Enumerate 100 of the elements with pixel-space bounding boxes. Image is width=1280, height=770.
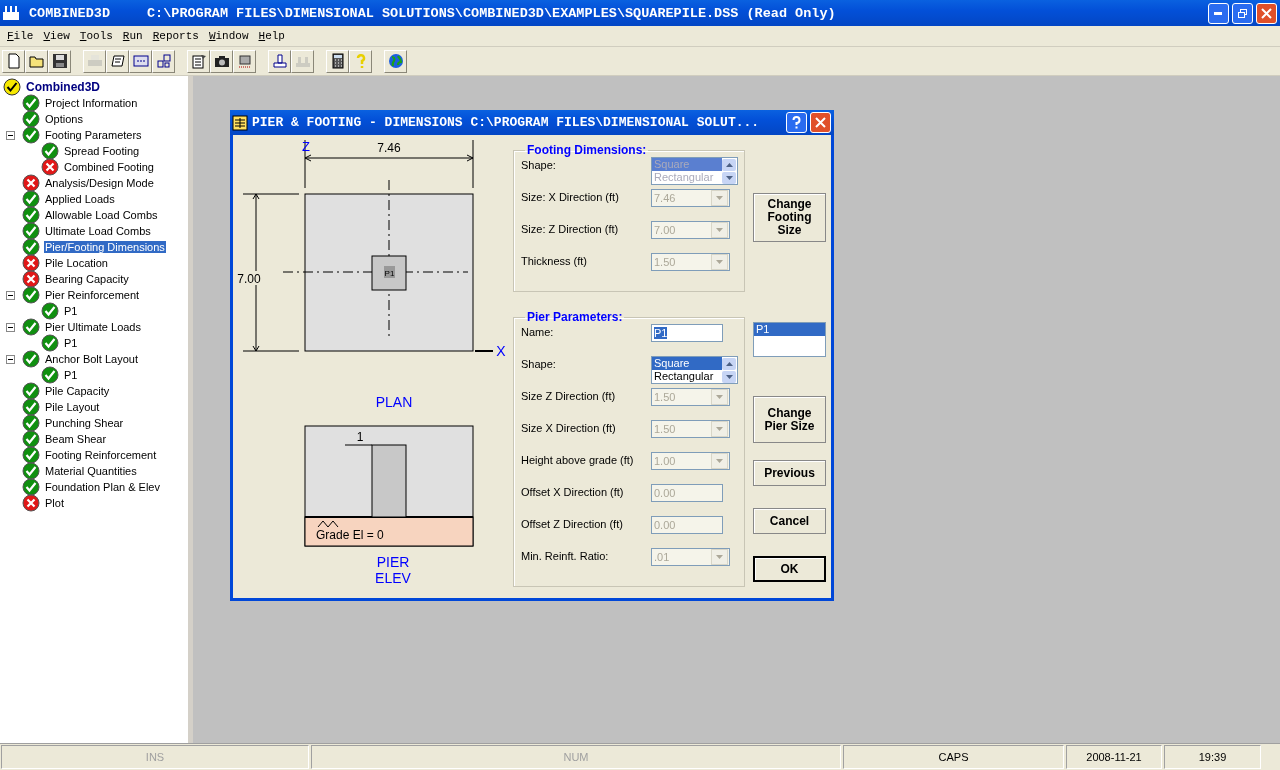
collapse-icon[interactable]	[6, 322, 15, 332]
field-label: Size: X Direction (ft)	[521, 190, 620, 203]
tree-item[interactable]: Beam Shear	[44, 433, 108, 445]
restore-button[interactable]	[1232, 2, 1253, 24]
toolbar-button[interactable]	[106, 49, 129, 73]
dialog-button[interactable]: OK	[753, 556, 826, 582]
pier-list[interactable]: P1	[753, 322, 826, 357]
tree-item[interactable]: Combined3D	[25, 80, 101, 94]
menu-item[interactable]: Window	[203, 30, 254, 42]
field-label: Name:	[521, 325, 555, 338]
toolbar-button[interactable]	[268, 49, 291, 73]
globe-icon	[387, 53, 404, 69]
group-title: Footing Dimensions:	[526, 143, 648, 157]
error-icon	[22, 174, 40, 192]
tree-item[interactable]: Footing Parameters	[44, 129, 143, 141]
check-icon	[22, 318, 40, 336]
menu-item[interactable]: Run	[117, 30, 148, 42]
minimize-icon	[1214, 11, 1223, 15]
close-icon	[1261, 7, 1272, 19]
close-button[interactable]	[810, 112, 831, 133]
tree-item[interactable]: Anchor Bolt Layout	[44, 353, 139, 365]
tree-item[interactable]: Pile Location	[44, 257, 109, 269]
restore-icon	[1237, 7, 1248, 19]
check-icon	[22, 286, 40, 304]
tree-item[interactable]: P1	[63, 305, 79, 317]
tree-item[interactable]: Allowable Load Combs	[44, 209, 159, 221]
check-icon	[22, 126, 40, 144]
shape-list[interactable]: Square Rectangular	[651, 356, 738, 384]
tree-item[interactable]: Pier/Footing Dimensions	[44, 241, 166, 253]
calculator-icon	[329, 53, 346, 69]
footing-icon	[271, 53, 288, 69]
status-indicator: CAPS	[843, 745, 1064, 769]
tree-item[interactable]: Analysis/Design Mode	[44, 177, 155, 189]
panel-icon	[132, 53, 149, 69]
caret-icon	[716, 260, 723, 264]
dialog-button[interactable]: Cancel	[753, 508, 826, 534]
app-icon	[3, 6, 19, 20]
tree-item[interactable]: Project Information	[44, 97, 139, 109]
menu-item[interactable]: View	[38, 30, 75, 42]
tree-item[interactable]: Plot	[44, 497, 65, 509]
tree-item[interactable]: P1	[63, 337, 79, 349]
menu-item[interactable]: Help	[253, 30, 290, 42]
caret-icon	[716, 555, 723, 559]
status-indicator: 19:39	[1164, 745, 1261, 769]
check-icon	[22, 430, 40, 448]
help-button[interactable]	[786, 112, 807, 133]
file-path: C:\PROGRAM FILES\DIMENSIONAL SOLUTIONS\COMBINED3D\EXAMPLES\SQUAREPILE.DSS (Read Only)	[147, 5, 836, 21]
collapse-icon[interactable]	[6, 290, 15, 300]
check-icon	[22, 94, 40, 112]
status-indicator: NUM	[311, 745, 841, 769]
tree-item[interactable]: P1	[63, 369, 79, 381]
tree-item[interactable]: Pier Ultimate Loads	[44, 321, 142, 333]
tree-item[interactable]: Pile Layout	[44, 401, 101, 413]
dialog-button[interactable]: Change Pier Size	[753, 396, 826, 443]
field-label: Offset X Direction (ft)	[521, 485, 625, 498]
table-icon	[232, 114, 248, 131]
minimize-button[interactable]	[1208, 2, 1229, 24]
tree-item[interactable]: Foundation Plan & Elev	[44, 481, 161, 493]
tree-item[interactable]: Bearing Capacity	[44, 273, 130, 285]
tree-item[interactable]: Spread Footing	[63, 145, 141, 157]
tree-item[interactable]: Options	[44, 113, 84, 125]
menu-item[interactable]: Reports	[147, 30, 204, 42]
check-icon	[22, 222, 40, 240]
tree-item[interactable]: Combined Footing	[63, 161, 155, 173]
toolbar-button[interactable]	[48, 49, 71, 73]
text-field[interactable]: P1	[651, 324, 723, 342]
error-icon	[22, 254, 40, 272]
status-indicator: INS	[1, 745, 309, 769]
field-label: Size X Direction (ft)	[521, 421, 617, 434]
collapse-icon[interactable]	[6, 354, 15, 364]
tree-item[interactable]: Ultimate Load Combs	[44, 225, 152, 237]
tree-item[interactable]: Applied Loads	[44, 193, 116, 205]
menu-item[interactable]: File	[2, 30, 39, 42]
toolbar-button[interactable]	[152, 49, 175, 73]
check-icon	[3, 78, 21, 96]
layout-icon	[155, 53, 172, 69]
field-label: Offset Z Direction (ft)	[521, 517, 624, 530]
toolbar-button[interactable]	[210, 49, 233, 73]
error-icon	[22, 494, 40, 512]
footing-drawing: P1 Z 7.46 7.00 X PLAN 1 Grade El = 0 PIER ELEV	[233, 135, 513, 595]
dialog-button[interactable]: Previous	[753, 460, 826, 486]
collapse-icon[interactable]	[6, 130, 15, 140]
dialog-button[interactable]: Change Footing Size	[753, 193, 826, 242]
toolbar-button[interactable]	[326, 49, 349, 73]
camera-icon	[213, 53, 230, 69]
tree-item[interactable]: Footing Reinforcement	[44, 449, 158, 461]
check-icon	[22, 446, 40, 464]
menu-item[interactable]: Tools	[74, 30, 118, 42]
tree-item[interactable]: Punching Shear	[44, 417, 125, 429]
scroll-down-icon[interactable]	[725, 375, 733, 379]
scroll-up-icon[interactable]	[725, 362, 733, 366]
caret-icon	[716, 395, 723, 399]
field-label: Size Z Direction (ft)	[521, 389, 617, 402]
close-button[interactable]	[1256, 2, 1277, 24]
tree-item[interactable]: Pile Capacity	[44, 385, 111, 397]
check-icon	[22, 206, 40, 224]
tree-item[interactable]: Pier Reinforcement	[44, 289, 141, 301]
error-icon	[41, 158, 59, 176]
blank-page-icon	[5, 53, 22, 69]
tree-item[interactable]: Material Quantities	[44, 465, 138, 477]
